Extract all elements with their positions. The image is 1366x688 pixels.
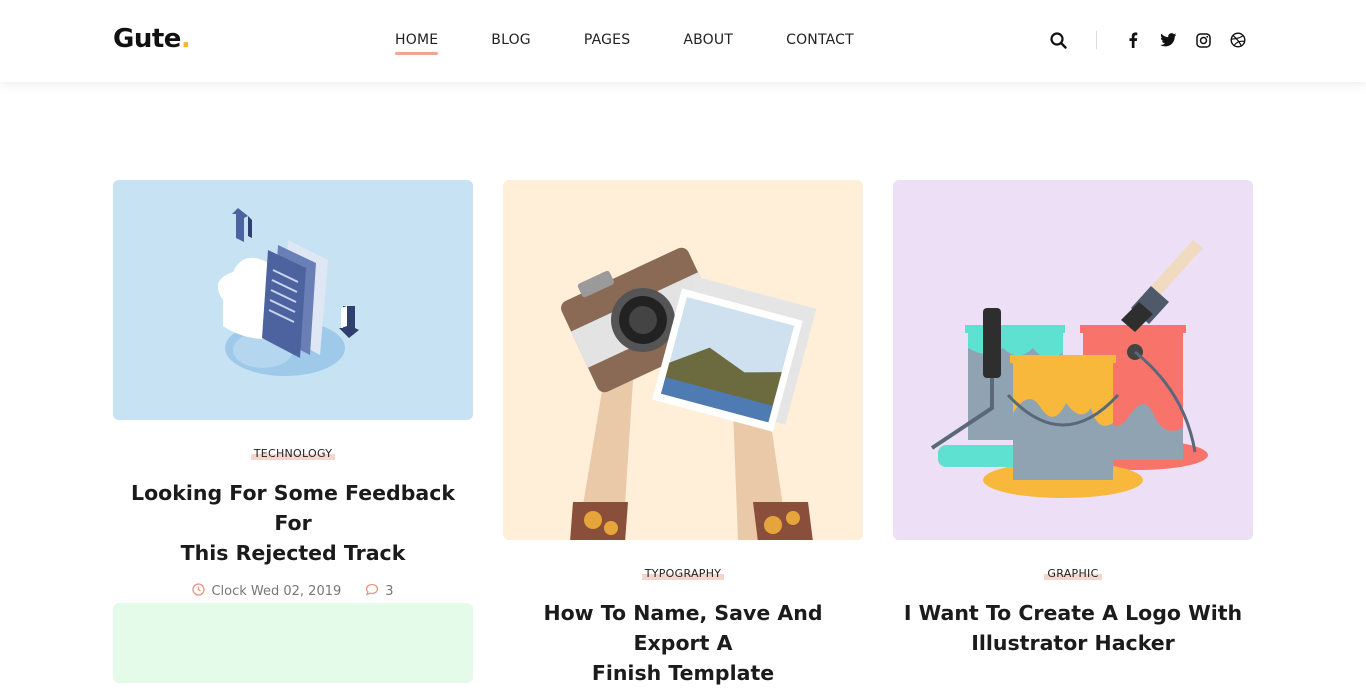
comment-icon xyxy=(365,583,379,600)
post-thumbnail[interactable] xyxy=(113,180,473,420)
post-card-1: TECHNOLOGY Looking For Some Feedback For… xyxy=(113,180,473,600)
post-card-3: GRAPHIC I Want To Create A Logo With Illu… xyxy=(893,180,1253,658)
cloud-documents-illustration xyxy=(217,208,359,376)
post-thumbnail[interactable] xyxy=(503,180,863,540)
nav-blog[interactable]: BLOG xyxy=(491,32,531,54)
site-header: Gute. HOME BLOG PAGES ABOUT CONTACT xyxy=(0,0,1366,82)
search-icon[interactable] xyxy=(1048,30,1068,50)
paint-buckets-illustration xyxy=(930,240,1208,498)
comment-count[interactable]: 3 xyxy=(385,584,393,599)
logo[interactable]: Gute. xyxy=(113,24,191,54)
category-tag[interactable]: TECHNOLOGY xyxy=(250,447,336,460)
clock-icon xyxy=(192,583,206,600)
nav-about[interactable]: ABOUT xyxy=(683,32,733,54)
post-thumbnail[interactable] xyxy=(113,603,473,683)
twitter-icon[interactable] xyxy=(1158,30,1178,50)
post-card-2: TYPOGRAPHY How To Name, Save And Export … xyxy=(503,180,863,688)
camera-photo-illustration xyxy=(561,247,817,540)
post-title[interactable]: Looking For Some Feedback For This Reject… xyxy=(113,478,473,568)
main-nav: HOME BLOG PAGES ABOUT CONTACT xyxy=(395,32,907,55)
post-thumbnail[interactable] xyxy=(893,180,1253,540)
divider xyxy=(1096,31,1097,49)
instagram-icon[interactable] xyxy=(1193,30,1213,50)
category-tag[interactable]: TYPOGRAPHY xyxy=(641,567,725,580)
post-title[interactable]: How To Name, Save And Export A Finish Tem… xyxy=(503,598,863,688)
social-links xyxy=(1123,30,1248,50)
category-tag[interactable]: GRAPHIC xyxy=(1044,567,1102,580)
nav-contact[interactable]: CONTACT xyxy=(786,32,854,54)
post-date: Clock Wed 02, 2019 xyxy=(211,584,342,599)
facebook-icon[interactable] xyxy=(1123,30,1143,50)
header-icons xyxy=(1048,30,1248,50)
nav-home[interactable]: HOME xyxy=(395,32,439,55)
nav-pages[interactable]: PAGES xyxy=(584,32,630,54)
dribbble-icon[interactable] xyxy=(1228,30,1248,50)
post-title[interactable]: I Want To Create A Logo With Illustrator … xyxy=(893,598,1253,658)
post-meta: Clock Wed 02, 2019 3 xyxy=(113,583,473,600)
